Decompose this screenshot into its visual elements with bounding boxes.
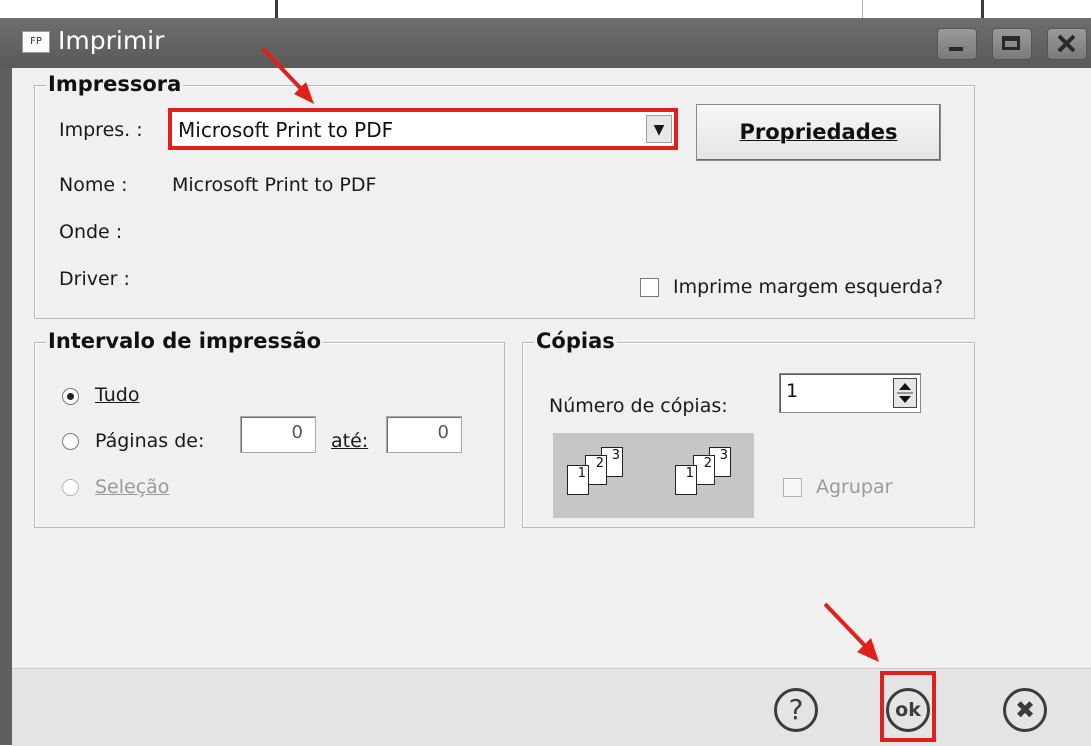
margem-checkbox[interactable] <box>640 278 659 297</box>
background-divider <box>862 0 863 18</box>
paginas-radio[interactable] <box>62 433 79 450</box>
pagina-ate-field[interactable]: 0 <box>386 416 462 453</box>
maximize-icon <box>1002 36 1020 50</box>
driver-label: Driver : <box>59 268 130 290</box>
background-divider <box>981 0 984 18</box>
agrupar-label: Agrupar <box>816 476 893 498</box>
intervalo-legend: Intervalo de impressão <box>46 329 324 353</box>
paginas-label[interactable]: Páginas de: <box>95 430 204 452</box>
numero-copias-spinner[interactable]: 1 <box>779 373 921 413</box>
margem-checkbox-label[interactable]: Imprime margem esquerda? <box>673 276 943 298</box>
impressora-legend: Impressora <box>46 72 184 96</box>
minimize-button[interactable] <box>937 28 977 60</box>
app-icon: FP <box>22 31 50 53</box>
window-title: Imprimir <box>58 26 165 55</box>
minimize-icon <box>949 47 963 51</box>
close-icon <box>1057 34 1076 53</box>
propriedades-button[interactable]: Propriedades <box>696 104 941 161</box>
annotation-arrow-icon <box>260 46 314 104</box>
numero-copias-label: Número de cópias: <box>549 395 728 417</box>
printer-select-value: Microsoft Print to PDF <box>178 118 394 142</box>
cancel-icon: ✖ <box>1014 696 1036 724</box>
help-icon: ? <box>788 693 804 726</box>
copias-legend: Cópias <box>534 329 617 353</box>
collate-preview: 3 2 1 3 2 1 <box>553 433 754 518</box>
help-button[interactable]: ? <box>774 688 818 732</box>
cancel-button[interactable]: ✖ <box>1003 688 1047 732</box>
agrupar-checkbox[interactable] <box>783 478 802 497</box>
background-strip <box>0 0 1091 18</box>
tudo-radio[interactable] <box>62 388 79 405</box>
printer-select[interactable]: Microsoft Print to PDF ▼ <box>168 108 678 150</box>
nome-label: Nome : <box>59 174 128 196</box>
propriedades-label: Propriedades <box>739 120 898 144</box>
pagina-de-field[interactable]: 0 <box>240 416 316 453</box>
annotation-arrow-icon <box>823 602 879 662</box>
page-icon: 1 <box>567 465 589 495</box>
ok-highlight-frame <box>880 671 936 742</box>
close-window-button[interactable] <box>1047 28 1087 60</box>
ate-label: até: <box>331 430 369 452</box>
maximize-button[interactable] <box>992 28 1032 60</box>
numero-copias-value: 1 <box>786 380 799 402</box>
window-border <box>0 68 12 745</box>
page-icon: 1 <box>675 465 697 495</box>
selecao-label: Seleção <box>95 476 170 498</box>
dropdown-arrow-icon[interactable]: ▼ <box>646 115 672 143</box>
selecao-radio[interactable] <box>62 479 79 496</box>
impres-label: Impres. : <box>59 119 143 141</box>
tudo-label[interactable]: Tudo <box>95 384 139 406</box>
spinner-arrows-icon[interactable] <box>893 378 917 408</box>
nome-value: Microsoft Print to PDF <box>172 174 377 196</box>
radio-selected-dot <box>67 393 74 400</box>
onde-label: Onde : <box>59 221 123 243</box>
background-divider <box>275 0 278 18</box>
